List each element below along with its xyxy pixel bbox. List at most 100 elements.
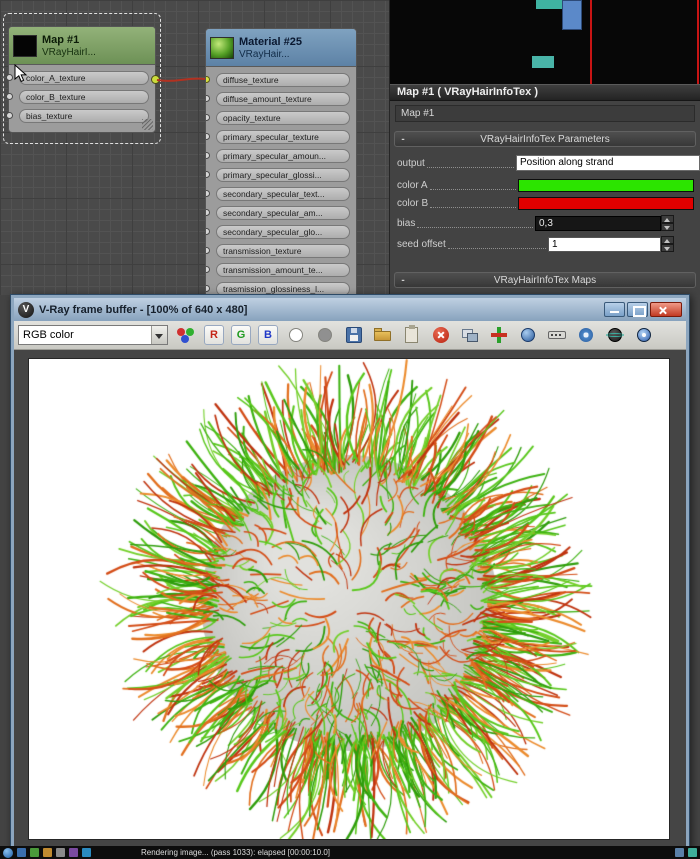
material-node-title: Material #25 bbox=[239, 35, 302, 48]
color-a-swatch[interactable] bbox=[518, 178, 694, 192]
input-socket-icon[interactable] bbox=[206, 152, 210, 159]
color-b-row: color B bbox=[397, 194, 700, 212]
save-image-icon[interactable] bbox=[343, 324, 365, 346]
load-image-icon[interactable] bbox=[372, 324, 394, 346]
input-socket-icon[interactable] bbox=[206, 133, 210, 140]
channels-icon[interactable] bbox=[175, 324, 197, 346]
taskbar-app-icon[interactable] bbox=[30, 848, 39, 857]
minimize-button[interactable] bbox=[604, 302, 625, 317]
map-output-socket[interactable] bbox=[151, 75, 160, 84]
socket-label[interactable]: color_A_texture bbox=[19, 71, 149, 85]
color-b-swatch[interactable] bbox=[518, 196, 694, 210]
socket-label[interactable]: secondary_specular_am... bbox=[216, 206, 350, 220]
taskbar-app-icon[interactable] bbox=[82, 848, 91, 857]
map-name-field[interactable]: Map #1 bbox=[395, 105, 695, 122]
maps-rollout-header[interactable]: - VRayHairInfoTex Maps bbox=[394, 272, 696, 288]
input-socket-icon[interactable] bbox=[206, 114, 210, 121]
color-correction-icon[interactable] bbox=[575, 324, 597, 346]
output-label: output bbox=[397, 157, 425, 169]
mono-channel-button[interactable] bbox=[285, 324, 307, 346]
clear-image-icon[interactable] bbox=[430, 324, 452, 346]
input-socket-icon[interactable] bbox=[206, 190, 210, 197]
taskbar-tray-icon[interactable] bbox=[675, 848, 684, 857]
taskbar-app-icon[interactable] bbox=[17, 848, 26, 857]
clipboard-icon[interactable] bbox=[401, 324, 423, 346]
socket-label[interactable]: opacity_texture bbox=[216, 111, 350, 125]
socket-label[interactable]: primary_specular_amoun... bbox=[216, 149, 350, 163]
socket-label[interactable]: bias_texture bbox=[19, 109, 149, 123]
material-node-body: diffuse_texture diffuse_amount_texture o… bbox=[206, 73, 356, 295]
input-socket-icon[interactable] bbox=[206, 285, 210, 292]
seed-offset-spinner[interactable] bbox=[661, 236, 674, 252]
globe-icon[interactable] bbox=[604, 324, 626, 346]
region-render-icon[interactable] bbox=[517, 324, 539, 346]
blue-channel-label: B bbox=[264, 329, 272, 341]
vfb-title-bar[interactable]: V V-Ray frame buffer - [100% of 640 x 48… bbox=[14, 298, 686, 321]
material-node[interactable]: Material #25 VRayHair... diffuse_texture… bbox=[205, 28, 357, 295]
spinner-up-icon[interactable] bbox=[661, 236, 674, 244]
red-channel-button[interactable]: R bbox=[204, 325, 224, 345]
slate-node-view[interactable]: Map #1 VRayHairI... color_A_texture colo… bbox=[0, 0, 389, 295]
socket-label[interactable]: primary_specular_glossi... bbox=[216, 168, 350, 182]
material-node-thumbnail[interactable] bbox=[210, 36, 234, 59]
taskbar-tray-icon[interactable] bbox=[688, 848, 697, 857]
dvi-connector-icon[interactable] bbox=[546, 324, 568, 346]
fragment-red-line-left bbox=[590, 0, 592, 84]
socket-label[interactable]: diffuse_amount_texture bbox=[216, 92, 350, 106]
bias-spinner[interactable] bbox=[661, 215, 674, 231]
socket-label[interactable]: diffuse_texture bbox=[216, 73, 350, 87]
maximize-button[interactable] bbox=[627, 302, 648, 317]
close-button[interactable] bbox=[650, 302, 682, 317]
start-orb-icon[interactable] bbox=[3, 847, 13, 858]
socket-label[interactable]: transmission_texture bbox=[216, 244, 350, 258]
socket-label[interactable]: color_B_texture bbox=[19, 90, 149, 104]
input-socket-icon[interactable] bbox=[206, 266, 210, 273]
collapse-icon[interactable]: - bbox=[395, 275, 411, 286]
input-socket-icon[interactable] bbox=[6, 112, 13, 119]
vfb-client-area bbox=[14, 350, 686, 855]
vray-frame-buffer-window[interactable]: V V-Ray frame buffer - [100% of 640 x 48… bbox=[10, 294, 690, 859]
chevron-down-icon[interactable] bbox=[151, 326, 167, 344]
input-socket-icon[interactable] bbox=[206, 95, 210, 102]
seed-offset-field[interactable]: 1 bbox=[548, 236, 661, 252]
track-mouse-icon[interactable] bbox=[488, 324, 510, 346]
dotted-leader bbox=[417, 218, 533, 228]
taskbar-app-icon[interactable] bbox=[56, 848, 65, 857]
lens-effects-icon[interactable] bbox=[633, 324, 655, 346]
socket-row: color_A_texture bbox=[6, 71, 149, 85]
input-socket-icon[interactable] bbox=[206, 76, 210, 83]
green-channel-button[interactable]: G bbox=[231, 325, 251, 345]
material-node-header[interactable]: Material #25 VRayHair... bbox=[206, 29, 356, 67]
collapse-icon[interactable]: - bbox=[395, 134, 411, 145]
output-dropdown-value: Position along strand bbox=[520, 157, 614, 168]
window-title: V-Ray frame buffer - [100% of 640 x 480] bbox=[39, 303, 248, 316]
input-socket-icon[interactable] bbox=[6, 74, 13, 81]
bias-field[interactable]: 0,3 bbox=[535, 215, 661, 231]
alpha-channel-button[interactable] bbox=[314, 324, 336, 346]
socket-label[interactable]: secondary_specular_text... bbox=[216, 187, 350, 201]
taskbar-app-icon[interactable] bbox=[69, 848, 78, 857]
socket-label[interactable]: transmission_amount_te... bbox=[216, 263, 350, 277]
input-socket-icon[interactable] bbox=[206, 247, 210, 254]
socket-label[interactable]: primary_specular_texture bbox=[216, 130, 350, 144]
spinner-down-icon[interactable] bbox=[661, 223, 674, 231]
input-socket-icon[interactable] bbox=[206, 171, 210, 178]
channel-select[interactable]: RGB color bbox=[18, 325, 168, 345]
blue-channel-button[interactable]: B bbox=[258, 325, 278, 345]
vray-logo-icon: V bbox=[18, 301, 34, 318]
input-socket-icon[interactable] bbox=[206, 209, 210, 216]
spinner-down-icon[interactable] bbox=[661, 244, 674, 252]
map-node[interactable]: Map #1 VRayHairI... color_A_texture colo… bbox=[6, 26, 156, 133]
map-node-thumbnail[interactable] bbox=[13, 34, 37, 57]
output-dropdown[interactable]: Position along strand bbox=[516, 155, 700, 171]
seed-offset-label: seed offset bbox=[397, 238, 446, 250]
input-socket-icon[interactable] bbox=[206, 228, 210, 235]
input-socket-icon[interactable] bbox=[6, 93, 13, 100]
taskbar-app-icon[interactable] bbox=[43, 848, 52, 857]
socket-label[interactable]: secondary_specular_glo... bbox=[216, 225, 350, 239]
duplicate-buffer-icon[interactable] bbox=[459, 324, 481, 346]
taskbar[interactable]: Rendering image... (pass 1033): elapsed … bbox=[0, 846, 700, 859]
spinner-up-icon[interactable] bbox=[661, 215, 674, 223]
parameters-rollout-header[interactable]: - VRayHairInfoTex Parameters bbox=[394, 131, 696, 147]
map-node-header[interactable]: Map #1 VRayHairI... bbox=[9, 27, 155, 65]
